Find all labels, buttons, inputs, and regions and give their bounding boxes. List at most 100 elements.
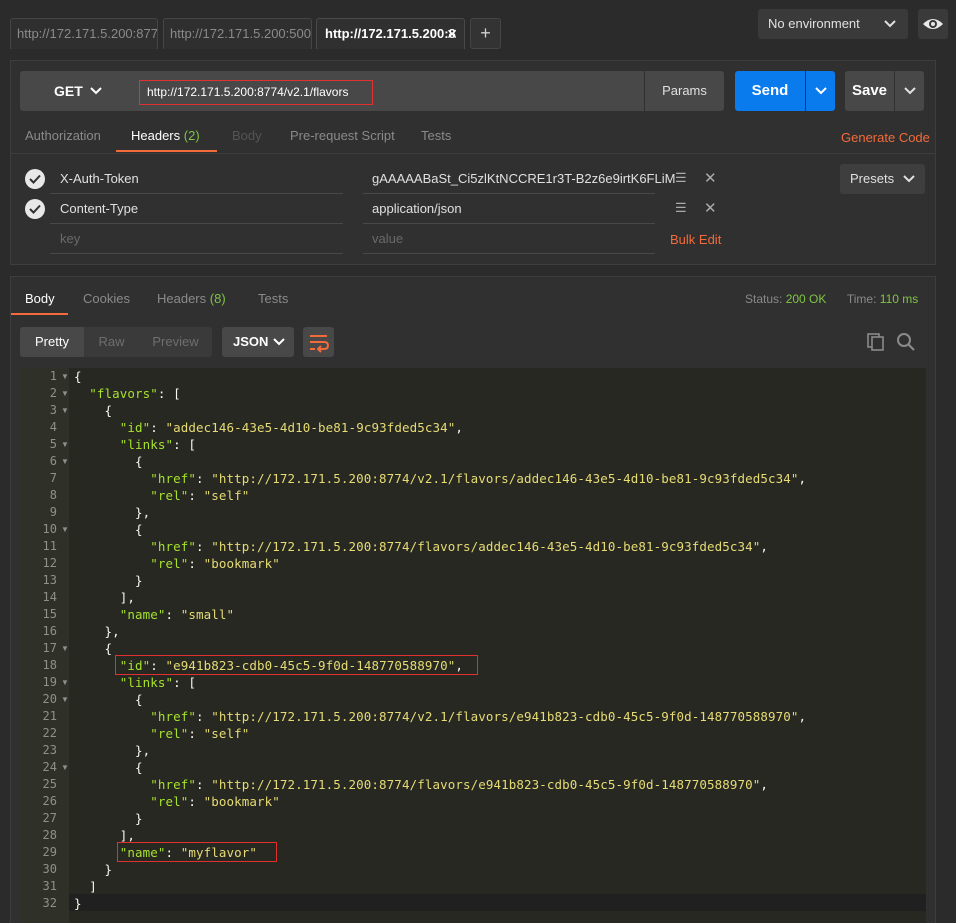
- json-punctuation: }: [74, 573, 143, 588]
- header-value-input[interactable]: value: [372, 231, 403, 246]
- json-punctuation: [74, 658, 120, 673]
- save-options-button[interactable]: [895, 71, 924, 111]
- fold-arrow-icon[interactable]: ▼: [61, 457, 69, 466]
- json-punctuation: :: [188, 556, 204, 571]
- fold-arrow-icon[interactable]: ▼: [61, 440, 69, 449]
- format-select[interactable]: JSON: [222, 327, 294, 357]
- response-status: Status: 200 OK Time: 110 ms: [745, 292, 918, 306]
- line-number: 11: [42, 539, 57, 553]
- json-punctuation: {: [74, 760, 143, 775]
- bulk-edit-link[interactable]: Bulk Edit: [670, 232, 721, 247]
- fold-arrow-icon[interactable]: ▼: [61, 525, 69, 534]
- copy-icon[interactable]: [866, 332, 886, 352]
- chevron-down-icon: [884, 9, 896, 50]
- active-line-highlight: [69, 894, 926, 911]
- response-tab-cookies[interactable]: Cookies: [83, 291, 130, 306]
- json-punctuation: [74, 437, 120, 452]
- code-line: "rel": "bookmark": [74, 794, 280, 809]
- save-button[interactable]: Save: [845, 71, 894, 111]
- drag-handle-icon[interactable]: ☰: [675, 200, 687, 216]
- fold-arrow-icon[interactable]: ▼: [61, 695, 69, 704]
- tab-pre-request-script[interactable]: Pre-request Script: [290, 128, 395, 143]
- json-punctuation: [74, 607, 120, 622]
- send-options-button[interactable]: [806, 71, 835, 111]
- header-key-input[interactable]: key: [60, 231, 80, 246]
- request-tab-1-label: http://172.171.5.200:877: [17, 26, 158, 41]
- search-icon[interactable]: [896, 332, 916, 352]
- generate-code-link[interactable]: Generate Code: [841, 130, 930, 145]
- fold-arrow-icon[interactable]: ▼: [61, 678, 69, 687]
- fold-arrow-icon[interactable]: ▼: [61, 644, 69, 653]
- header-value[interactable]: gAAAAABaSt_Ci5zlKtNCCRE1r3T-B2z6e9irtK6F…: [372, 171, 675, 186]
- tab-headers-count: (2): [183, 128, 200, 143]
- fold-arrow-icon[interactable]: ▼: [61, 406, 69, 415]
- view-mode-pretty[interactable]: Pretty: [20, 327, 84, 357]
- view-mode-raw[interactable]: Raw: [84, 327, 139, 357]
- wrap-lines-button[interactable]: [303, 327, 334, 357]
- chevron-down-icon: [814, 87, 827, 95]
- json-punctuation: [74, 488, 150, 503]
- json-punctuation: [74, 386, 89, 401]
- request-tab-3[interactable]: http://172.171.5.200:8 ✕: [316, 18, 465, 49]
- json-punctuation: :: [150, 420, 166, 435]
- json-key: "rel": [150, 556, 189, 571]
- header-enabled-checkbox[interactable]: [25, 169, 45, 189]
- line-number: 3: [49, 403, 57, 417]
- send-button[interactable]: Send: [735, 71, 805, 111]
- line-number: 30: [42, 862, 57, 876]
- fold-arrow-icon[interactable]: ▼: [61, 372, 69, 381]
- line-number: 21: [42, 709, 57, 723]
- json-punctuation: {: [74, 692, 143, 707]
- json-punctuation: },: [74, 505, 151, 520]
- line-number: 25: [42, 777, 57, 791]
- environment-quick-look-button[interactable]: [918, 9, 948, 39]
- header-key[interactable]: Content-Type: [60, 201, 138, 216]
- line-number: 31: [42, 879, 57, 893]
- tab-body[interactable]: Body: [232, 128, 262, 143]
- line-number: 8: [49, 488, 57, 502]
- code-line: {: [74, 760, 143, 775]
- json-punctuation: ],: [74, 828, 136, 843]
- line-number: 32: [42, 896, 57, 910]
- time-label: Time:: [846, 292, 877, 306]
- response-tab-headers-label: Headers: [157, 291, 207, 306]
- presets-select[interactable]: Presets: [840, 164, 925, 194]
- fold-arrow-icon[interactable]: ▼: [61, 389, 69, 398]
- request-tab-2[interactable]: http://172.171.5.200:500: [163, 18, 312, 49]
- line-number: 28: [42, 828, 57, 842]
- view-mode-preview[interactable]: Preview: [139, 327, 212, 357]
- plus-icon: +: [480, 23, 491, 43]
- header-value[interactable]: application/json: [372, 201, 462, 216]
- fold-arrow-icon[interactable]: ▼: [61, 763, 69, 772]
- json-key: "rel": [150, 726, 189, 741]
- json-punctuation: [74, 845, 120, 860]
- new-tab-button[interactable]: +: [470, 18, 501, 49]
- json-key: "name": [119, 607, 166, 622]
- tab-authorization[interactable]: Authorization: [25, 128, 101, 143]
- method-select-value: GET: [54, 83, 83, 99]
- close-icon[interactable]: ✕: [446, 19, 458, 49]
- line-number: 1: [49, 369, 57, 383]
- header-key[interactable]: X-Auth-Token: [60, 171, 139, 186]
- code-line: "href": "http://172.171.5.200:8774/flavo…: [74, 539, 768, 554]
- tab-headers[interactable]: Headers (2): [131, 128, 200, 143]
- response-tab-body[interactable]: Body: [25, 291, 55, 306]
- json-string: "self": [203, 726, 250, 741]
- json-punctuation: [74, 726, 150, 741]
- response-tab-headers[interactable]: Headers (8): [157, 291, 226, 306]
- tab-tests[interactable]: Tests: [421, 128, 451, 143]
- request-tab-1[interactable]: http://172.171.5.200:877: [10, 18, 158, 49]
- delete-icon[interactable]: ✕: [704, 199, 717, 217]
- json-key: "flavors": [89, 386, 158, 401]
- drag-handle-icon[interactable]: ☰: [675, 170, 687, 186]
- line-number: 27: [42, 811, 57, 825]
- params-button[interactable]: Params: [645, 71, 724, 111]
- delete-icon[interactable]: ✕: [704, 169, 717, 187]
- json-key: "rel": [150, 794, 189, 809]
- header-enabled-checkbox[interactable]: [25, 199, 45, 219]
- code-line: "href": "http://172.171.5.200:8774/v2.1/…: [74, 709, 806, 724]
- method-select[interactable]: GET: [20, 71, 138, 111]
- json-punctuation: [74, 471, 150, 486]
- response-tab-tests[interactable]: Tests: [258, 291, 288, 306]
- environment-select[interactable]: No environment: [758, 9, 908, 39]
